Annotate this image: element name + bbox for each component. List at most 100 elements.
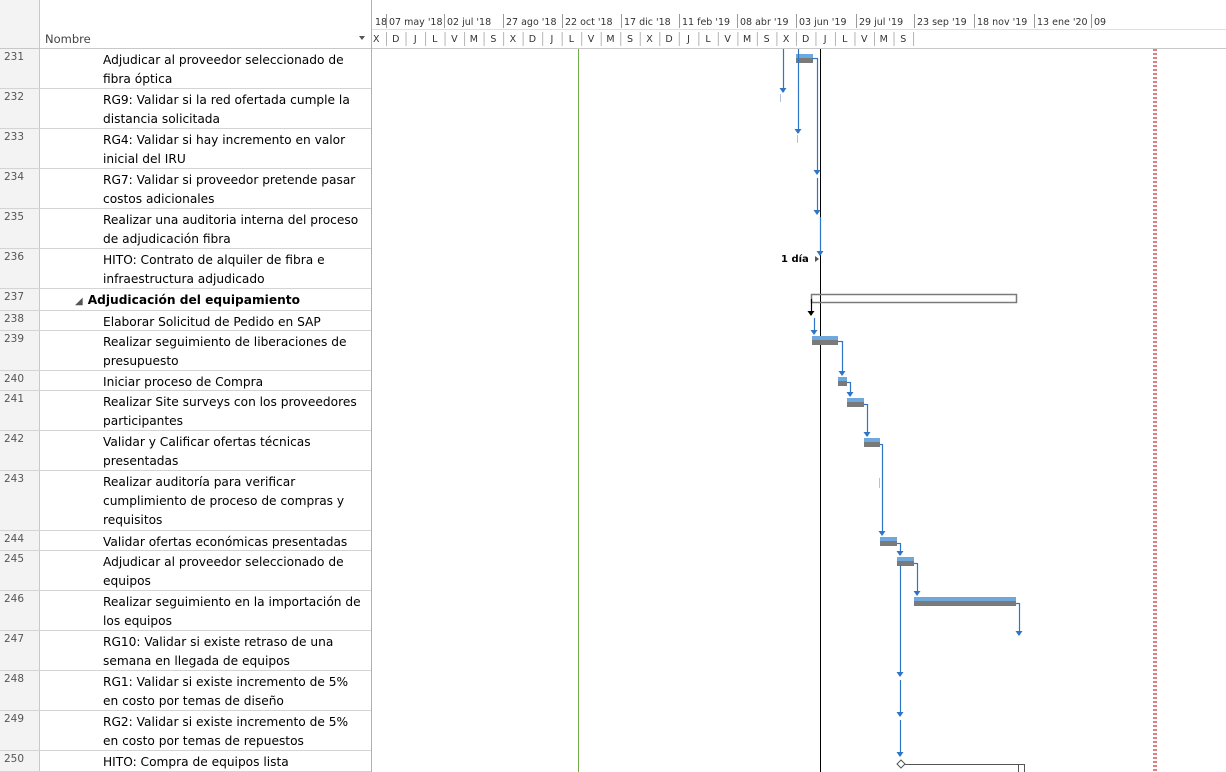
task-name-text: RG4: Validar si hay incremento en valor … <box>103 133 346 166</box>
link-arrow-icon <box>813 170 821 175</box>
link-arrow-icon <box>878 531 886 536</box>
summary-task-name[interactable]: ◢ Adjudicación del equipamiento <box>75 291 367 311</box>
task-row-id: 247 <box>0 631 40 670</box>
task-name[interactable]: Elaborar Solicitud de Pedido en SAP <box>103 313 367 332</box>
timescale-bottom-label: L <box>842 34 848 45</box>
task-row-id: 250 <box>0 751 40 771</box>
task-row-id: 248 <box>0 671 40 710</box>
name-column-header[interactable]: Nombre <box>40 0 371 49</box>
timescale-bottom-label: J <box>413 34 417 45</box>
timescale-top-label: 18 <box>375 17 387 28</box>
timescale-bottom-label: V <box>724 34 731 45</box>
task-name[interactable]: RG9: Validar si la red ofertada cumple l… <box>103 91 367 129</box>
task-name-text: Validar y Calificar ofertas técnicas pre… <box>103 435 311 468</box>
timescale-bottom-label: M <box>606 34 614 45</box>
task-name[interactable]: Validar ofertas económicas presentadas <box>103 533 367 552</box>
task-row[interactable]: 250 HITO: Compra de equipos lista <box>0 751 371 772</box>
timescale-bottom-label: S <box>490 34 496 45</box>
timescale-top-label: 18 nov '19 <box>977 17 1027 28</box>
task-name[interactable]: RG1: Validar si existe incremento de 5% … <box>103 673 367 711</box>
timescale-bottom-label: L <box>569 34 575 45</box>
task-name[interactable]: Realizar Site surveys con los proveedore… <box>103 393 367 431</box>
task-name[interactable]: Realizar seguimiento en la importación d… <box>103 593 367 631</box>
task-name-text: Adjudicar al proveedor seleccionado de f… <box>103 53 344 86</box>
task-name[interactable]: Realizar auditoría para verificar cumpli… <box>103 473 367 530</box>
task-table: Nombre 231 Adjudicar al proveedor selecci… <box>0 0 371 772</box>
task-bar <box>880 541 897 546</box>
task-bar <box>812 340 838 345</box>
task-row[interactable]: 240 Iniciar proceso de Compra <box>0 371 371 391</box>
task-row[interactable]: 233 RG4: Validar si hay incremento en val… <box>0 129 371 169</box>
task-name[interactable]: Realizar seguimiento de liberaciones de … <box>103 333 367 371</box>
timescale-bottom-label: L <box>705 34 711 45</box>
timescale-top-label: 07 may '18 <box>389 17 443 28</box>
task-bar <box>897 561 914 566</box>
task-row[interactable]: 231 Adjudicar al proveedor seleccionado d… <box>0 49 371 89</box>
task-row[interactable]: 244 Validar ofertas económicas presentada… <box>0 531 371 551</box>
task-row[interactable]: 242 Validar y Calificar ofertas técnicas … <box>0 431 371 471</box>
link-arrow-icon <box>1015 631 1023 636</box>
timescale-bottom-label: S <box>764 34 770 45</box>
task-row-id: 236 <box>0 249 40 288</box>
task-row[interactable]: 247 RG10: Validar si existe retraso de un… <box>0 631 371 671</box>
task-row[interactable]: 246 Realizar seguimiento en la importació… <box>0 591 371 631</box>
timescale-top-label: 08 abr '19 <box>740 17 789 28</box>
task-row[interactable]: 237 ◢ Adjudicación del equipamiento <box>0 289 371 311</box>
task-row[interactable]: 248 RG1: Validar si existe incremento de … <box>0 671 371 711</box>
link-arrow-icon <box>846 392 854 397</box>
task-row[interactable]: 245 Adjudicar al proveedor seleccionado d… <box>0 551 371 591</box>
task-name[interactable]: Realizar una auditoria interna del proce… <box>103 211 367 249</box>
task-row-id: 243 <box>0 471 40 530</box>
task-progress-bar <box>880 537 897 541</box>
link-arrow-icon <box>838 371 846 376</box>
task-row-id: 240 <box>0 371 40 390</box>
task-progress-bar <box>812 336 838 340</box>
link-arrow-icon <box>896 752 904 757</box>
task-row-id: 241 <box>0 391 40 430</box>
task-name-text: HITO: Compra de equipos lista <box>103 755 289 769</box>
task-row[interactable]: 241 Realizar Site surveys con los proveed… <box>0 391 371 431</box>
summary-bar <box>810 293 1018 304</box>
timescale-bottom-label: J <box>823 34 827 45</box>
task-name[interactable]: HITO: Contrato de alquiler de fibra e in… <box>103 251 367 289</box>
row-id-header[interactable] <box>0 0 40 49</box>
task-name[interactable]: RG7: Validar si proveedor pretende pasar… <box>103 171 367 209</box>
task-name-text: Elaborar Solicitud de Pedido en SAP <box>103 315 321 329</box>
task-row[interactable]: 232 RG9: Validar si la red ofertada cumpl… <box>0 89 371 129</box>
collapse-triangle-icon[interactable]: ◢ <box>75 296 83 307</box>
link-arrow-icon <box>807 311 815 316</box>
task-name[interactable]: Adjudicar al proveedor seleccionado de e… <box>103 553 367 591</box>
task-row[interactable]: 236 HITO: Contrato de alquiler de fibra e… <box>0 249 371 289</box>
task-progress-bar <box>914 597 1016 601</box>
timescale-top-label: 22 oct '18 <box>565 17 613 28</box>
link-arrow-icon <box>913 591 921 596</box>
link-arrow-icon <box>896 712 904 717</box>
task-row[interactable]: 234 RG7: Validar si proveedor pretende pa… <box>0 169 371 209</box>
task-name[interactable]: Adjudicar al proveedor seleccionado de f… <box>103 51 367 89</box>
task-row[interactable]: 249 RG2: Validar si existe incremento de … <box>0 711 371 751</box>
task-name-text: Iniciar proceso de Compra <box>103 375 264 389</box>
task-row[interactable]: 235 Realizar una auditoria interna del pr… <box>0 209 371 249</box>
task-name[interactable]: RG4: Validar si hay incremento en valor … <box>103 131 367 169</box>
task-row[interactable]: 238 Elaborar Solicitud de Pedido en SAP <box>0 311 371 331</box>
milestone-diamond-icon <box>896 759 906 769</box>
timescale-bottom-label: V <box>451 34 458 45</box>
task-name[interactable]: RG2: Validar si existe incremento de 5% … <box>103 713 367 751</box>
task-name[interactable]: Iniciar proceso de Compra <box>103 373 367 392</box>
name-column-header-label: Nombre <box>45 32 91 46</box>
task-name-text: Realizar seguimiento en la importación d… <box>103 595 361 628</box>
timescale-bottom-label: D <box>665 34 672 45</box>
task-row[interactable]: 239 Realizar seguimiento de liberaciones … <box>0 331 371 371</box>
task-name[interactable]: RG10: Validar si existe retraso de una s… <box>103 633 367 671</box>
timescale-bottom-label: M <box>880 34 888 45</box>
timescale-top-label: 02 jul '18 <box>447 17 491 28</box>
task-name[interactable]: Validar y Calificar ofertas técnicas pre… <box>103 433 367 471</box>
column-filter-dropdown-icon[interactable] <box>359 36 365 40</box>
task-name-text: Realizar una auditoria interna del proce… <box>103 213 359 246</box>
link-arrow-icon <box>810 330 818 335</box>
task-name-text: RG9: Validar si la red ofertada cumple l… <box>103 93 350 126</box>
timescale-bottom-label: S <box>900 34 906 45</box>
task-name[interactable]: HITO: Compra de equipos lista <box>103 753 367 772</box>
task-row[interactable]: 243 Realizar auditoría para verificar cum… <box>0 471 371 531</box>
task-bar <box>847 402 864 407</box>
